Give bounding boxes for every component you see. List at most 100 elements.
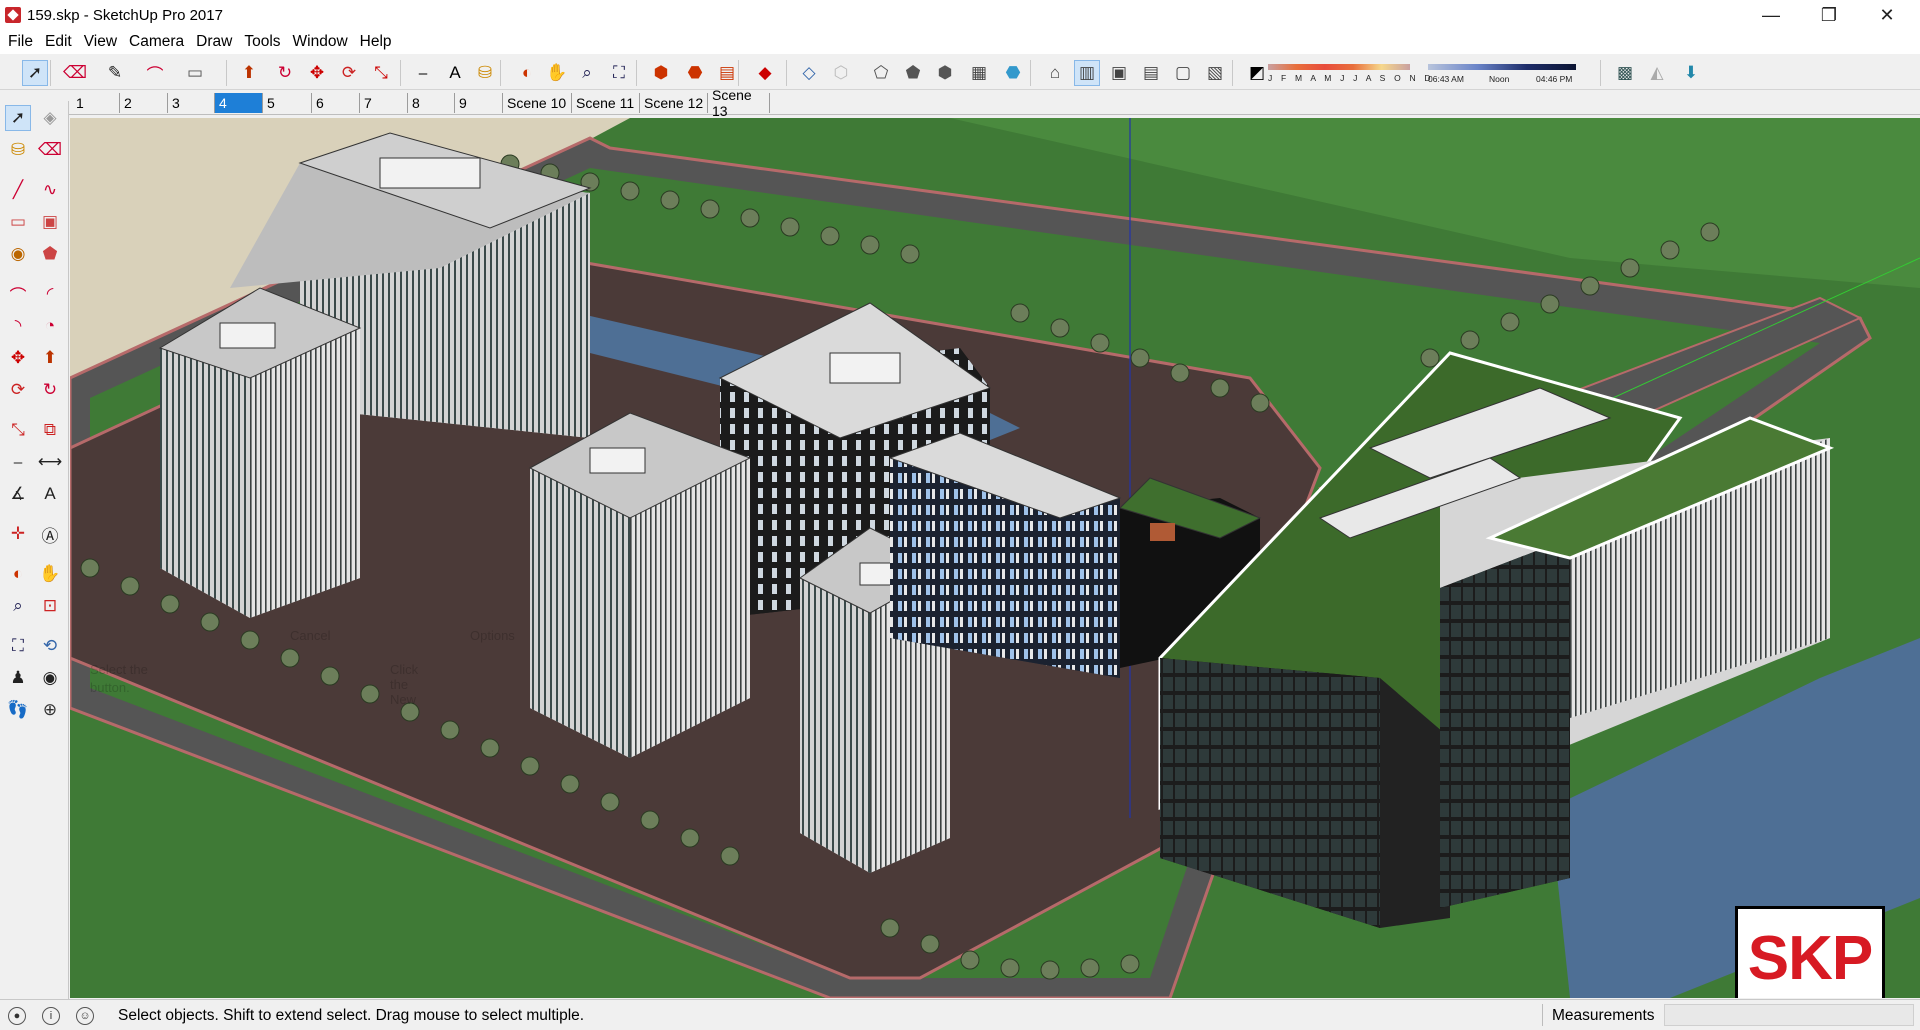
follow-me-icon[interactable]: ↻ <box>272 60 298 86</box>
zoom-icon[interactable]: ⌕ <box>574 60 600 86</box>
scene-tab-6[interactable]: 6 <box>312 93 360 113</box>
protractor-tool-icon[interactable]: ∡ <box>5 481 31 507</box>
scene-tab-scene-10[interactable]: Scene 10 <box>503 93 572 113</box>
pan-tool-icon[interactable]: ✋ <box>37 561 63 587</box>
xray-icon[interactable]: ◇ <box>796 60 822 86</box>
zoom-window-icon[interactable]: ⊡ <box>37 593 63 619</box>
measurements-input[interactable] <box>1664 1004 1914 1026</box>
scene-tab-1[interactable]: 1 <box>72 93 120 113</box>
right-view-icon[interactable]: ▣ <box>1106 60 1132 86</box>
paint-bucket-tool-icon[interactable]: ⛁ <box>5 137 31 163</box>
paint-bucket-icon[interactable]: ⛁ <box>472 60 498 86</box>
close-button[interactable]: ✕ <box>1858 0 1916 30</box>
push-pull-icon[interactable]: ⬆ <box>236 60 262 86</box>
scene-tab-scene-13[interactable]: Scene 13 <box>708 87 770 119</box>
2point-arc-icon[interactable]: ◜ <box>37 281 63 307</box>
menu-view[interactable]: View <box>78 33 123 51</box>
back-view-icon[interactable]: ▤ <box>1138 60 1164 86</box>
menu-help[interactable]: Help <box>354 33 398 51</box>
scene-tab-scene-11[interactable]: Scene 11 <box>572 93 640 113</box>
freehand-tool-icon[interactable]: ∿ <box>37 177 63 203</box>
ruby-icon[interactable]: ◆ <box>752 60 778 86</box>
pie-tool-icon[interactable]: ◔ <box>37 313 63 339</box>
wireframe-icon[interactable]: ⬠ <box>868 60 894 86</box>
rotate-icon[interactable]: ⟳ <box>336 60 362 86</box>
pencil-line-icon[interactable]: ✎ <box>102 60 128 86</box>
toggle-terrain-icon[interactable]: ◭ <box>1644 60 1670 86</box>
add-location-icon[interactable]: ▩ <box>1612 60 1638 86</box>
select-icon[interactable]: ➚ <box>22 60 48 86</box>
zoom-extents-icon[interactable]: ⛶ <box>606 60 632 86</box>
circle-tool-icon[interactable]: ◉ <box>5 241 31 267</box>
scale-icon[interactable]: ⤡ <box>368 60 394 86</box>
move-icon[interactable]: ✥ <box>304 60 330 86</box>
iso-view-icon[interactable]: ⌂ <box>1042 60 1068 86</box>
polygon-tool-icon[interactable]: ⬟ <box>37 241 63 267</box>
scene-tab-8[interactable]: 8 <box>408 93 455 113</box>
move-tool-icon[interactable]: ✥ <box>5 345 31 371</box>
top-view-icon[interactable]: ▧ <box>1202 60 1228 86</box>
shadow-time-slider[interactable]: 06:43 AM Noon 04:46 PM <box>1428 58 1576 88</box>
zoom-extents-tool-icon[interactable]: ⛶ <box>5 633 31 659</box>
back-edges-icon[interactable]: ⬡ <box>828 60 854 86</box>
extension-warehouse-icon[interactable]: ⬣ <box>682 60 708 86</box>
eraser-tool-icon[interactable]: ⌫ <box>37 137 63 163</box>
look-around-icon[interactable]: ◉ <box>37 665 63 691</box>
text-icon[interactable]: A <box>442 60 468 86</box>
position-camera-icon[interactable]: ♟ <box>5 665 31 691</box>
menu-edit[interactable]: Edit <box>39 33 78 51</box>
menu-window[interactable]: Window <box>287 33 354 51</box>
shaded-textures-icon[interactable]: ▦ <box>966 60 992 86</box>
credits-icon[interactable]: i <box>42 1007 60 1025</box>
eraser-icon[interactable]: ⌫ <box>62 60 88 86</box>
menu-draw[interactable]: Draw <box>190 33 238 51</box>
layout-icon[interactable]: ▤ <box>714 60 740 86</box>
orbit-icon[interactable]: ◐ <box>514 60 540 86</box>
dimension-tool-icon[interactable]: ⟷ <box>37 449 63 475</box>
tape-measure-tool-icon[interactable]: ⎯ <box>5 449 31 475</box>
shadow-month-slider[interactable]: J F M A M J J A S O N D <box>1268 58 1431 88</box>
3point-arc-icon[interactable]: ◝ <box>5 313 31 339</box>
scene-tab-4[interactable]: 4 <box>215 93 263 113</box>
left-view-icon[interactable]: ▢ <box>1170 60 1196 86</box>
shadows-toggle-icon[interactable]: ◩ <box>1244 60 1270 86</box>
make-component-icon[interactable]: ◈ <box>37 105 63 131</box>
scene-tab-7[interactable]: 7 <box>360 93 408 113</box>
text-tool-icon[interactable]: A <box>37 481 63 507</box>
pan-icon[interactable]: ✋ <box>544 60 570 86</box>
rotate-tool-icon[interactable]: ⟳ <box>5 377 31 403</box>
push-pull-tool-icon[interactable]: ⬆ <box>37 345 63 371</box>
user-account-icon[interactable]: ☺ <box>76 1007 94 1025</box>
rectangle-icon[interactable]: ▭ <box>182 60 208 86</box>
scale-tool-icon[interactable]: ⤡ <box>5 417 31 443</box>
tape-measure-icon[interactable]: ⎯ <box>410 60 436 86</box>
shaded-icon[interactable]: ⬢ <box>932 60 958 86</box>
3d-text-icon[interactable]: Ⓐ <box>37 521 63 547</box>
previous-view-icon[interactable]: ⟲ <box>37 633 63 659</box>
offset-tool-icon[interactable]: ⧉ <box>37 417 63 443</box>
select-tool-icon[interactable]: ➚ <box>5 105 31 131</box>
zoom-tool-icon[interactable]: ⌕ <box>5 593 31 619</box>
3d-warehouse-icon[interactable]: ⬢ <box>648 60 674 86</box>
menu-file[interactable]: File <box>2 33 39 51</box>
scene-tab-scene-12[interactable]: Scene 12 <box>640 93 708 113</box>
minimize-button[interactable]: — <box>1742 0 1800 30</box>
scene-tab-5[interactable]: 5 <box>263 93 312 113</box>
scene-tab-3[interactable]: 3 <box>168 93 215 113</box>
menu-tools[interactable]: Tools <box>238 33 286 51</box>
scene-tab-9[interactable]: 9 <box>455 93 503 113</box>
section-plane-icon[interactable]: ⊕ <box>37 697 63 723</box>
photo-textures-icon[interactable]: ⬇ <box>1678 60 1704 86</box>
arc-tool-icon[interactable]: ⌒ <box>5 281 31 307</box>
axes-tool-icon[interactable]: ✛ <box>5 521 31 547</box>
model-viewport[interactable]: SKP <box>70 118 1920 998</box>
scene-tab-2[interactable]: 2 <box>120 93 168 113</box>
arc-icon[interactable]: ⌒ <box>142 60 168 86</box>
restore-button[interactable]: ❐ <box>1800 0 1858 30</box>
front-view-icon[interactable]: ▥ <box>1074 60 1100 86</box>
geo-location-icon[interactable]: ● <box>8 1007 26 1025</box>
follow-me-tool-icon[interactable]: ↻ <box>37 377 63 403</box>
orbit-tool-icon[interactable]: ◐ <box>5 561 31 587</box>
rectangle-tool-icon[interactable]: ▭ <box>5 209 31 235</box>
menu-camera[interactable]: Camera <box>123 33 190 51</box>
